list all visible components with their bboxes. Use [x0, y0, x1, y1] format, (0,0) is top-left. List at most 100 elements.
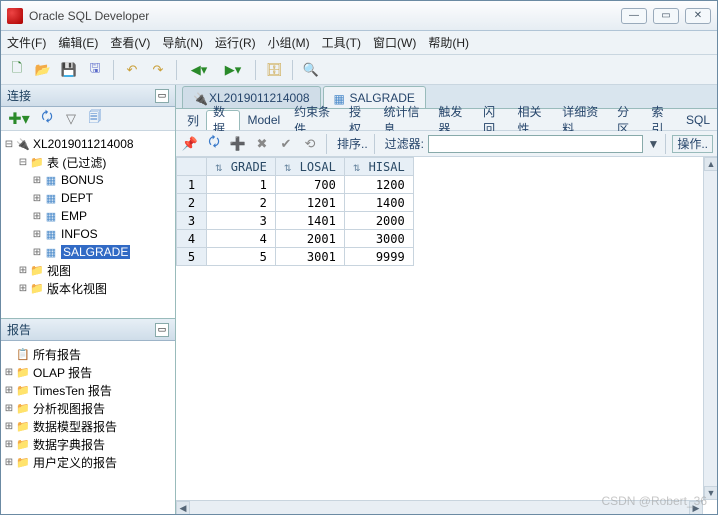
subtab-stats[interactable]: 统计信息 [377, 110, 432, 130]
table-bonus[interactable]: BONUS [61, 173, 104, 187]
scroll-down-icon[interactable]: ▼ [704, 486, 717, 500]
main-toolbar: 🗋 📂 💾 🖫 ↶ ↷ ◀▾ ▶▾ 🗄 🔍 [1, 55, 717, 85]
close-button[interactable]: ✕ [685, 8, 711, 24]
panel-minimize-icon[interactable]: ▭ [155, 323, 169, 337]
refresh-data-icon[interactable]: 🗘 [204, 134, 224, 154]
new-icon[interactable]: 🗋 [7, 60, 27, 80]
filter-dropdown-icon[interactable]: ▼ [647, 137, 659, 151]
panel-minimize-icon[interactable]: ▭ [155, 89, 169, 103]
commit-icon[interactable]: ✔ [276, 134, 296, 154]
menu-run[interactable]: 运行(R) [215, 34, 256, 51]
report-analyze[interactable]: 分析视图报告 [33, 400, 105, 417]
menu-file[interactable]: 文件(F) [7, 34, 46, 51]
menu-edit[interactable]: 编辑(E) [58, 34, 98, 51]
reports-root-icon: 📋 [15, 347, 31, 361]
back-icon[interactable]: ◀▾ [185, 60, 213, 80]
sql-icon[interactable]: 🗄 [264, 60, 284, 80]
reports-root[interactable]: 所有报告 [33, 346, 81, 363]
horizontal-scrollbar[interactable]: ◀ ▶ [176, 500, 703, 514]
report-olap[interactable]: OLAP 报告 [33, 364, 92, 381]
subtab-details[interactable]: 详细资料 [555, 110, 610, 130]
filter-input[interactable] [428, 135, 643, 153]
subtab-sql[interactable]: SQL [679, 110, 717, 130]
maximize-button[interactable]: ▭ [653, 8, 679, 24]
subtab-indexes[interactable]: 索引 [645, 110, 679, 130]
window-title: Oracle SQL Developer [29, 9, 621, 23]
save-all-icon[interactable]: 🖫 [85, 60, 105, 80]
table-row[interactable]: 117001200 [177, 176, 414, 194]
folder-icon: 📁 [29, 155, 45, 169]
table-row[interactable]: 2212011400 [177, 194, 414, 212]
subtab-partitions[interactable]: 分区 [610, 110, 644, 130]
menu-bar: 文件(F) 编辑(E) 查看(V) 导航(N) 运行(R) 小组(M) 工具(T… [1, 31, 717, 55]
versioned-views-folder[interactable]: 版本化视图 [47, 280, 107, 297]
data-grid-toolbar: 📌 🗘 ➕ ✖ ✔ ⟲ 排序.. 过滤器: ▼ 操作.. [176, 131, 717, 157]
open-icon[interactable]: 📂 [33, 60, 53, 80]
column-header[interactable]: ⇅ GRADE [207, 158, 276, 176]
redo-icon[interactable]: ↷ [148, 60, 168, 80]
report-userdef[interactable]: 用户定义的报告 [33, 454, 117, 471]
tables-folder[interactable]: 表 (已过滤) [47, 154, 106, 171]
subtab-model[interactable]: Model [240, 110, 287, 130]
menu-navigate[interactable]: 导航(N) [162, 34, 203, 51]
scroll-right-icon[interactable]: ▶ [689, 501, 703, 514]
report-datamodel[interactable]: 数据模型器报告 [33, 418, 117, 435]
subtab-constraints[interactable]: 约束条件 [287, 110, 342, 130]
table-icon: ▦ [43, 209, 59, 223]
actions-button[interactable]: 操作.. [672, 135, 713, 153]
table-dept[interactable]: DEPT [61, 191, 93, 205]
subtab-data[interactable]: 数据 [206, 110, 240, 130]
connection-node[interactable]: XL2019011214008 [33, 137, 134, 151]
column-header[interactable]: ⇅ HISAL [344, 158, 413, 176]
add-row-icon[interactable]: ➕ [228, 134, 248, 154]
connections-title: 连接 [7, 87, 31, 104]
tns-icon[interactable]: 🗐 [85, 109, 105, 129]
table-row[interactable]: 4420013000 [177, 230, 414, 248]
pin-icon[interactable]: 📌 [180, 134, 200, 154]
scroll-left-icon[interactable]: ◀ [176, 501, 190, 514]
report-datadict[interactable]: 数据字典报告 [33, 436, 105, 453]
find-icon[interactable]: 🔍 [301, 60, 321, 80]
subtab-triggers[interactable]: 触发器 [431, 110, 476, 130]
subtab-flashback[interactable]: 闪回 [476, 110, 510, 130]
filter-icon[interactable]: ▽ [61, 109, 81, 129]
subtab-grants[interactable]: 授权 [342, 110, 376, 130]
delete-row-icon[interactable]: ✖ [252, 134, 272, 154]
rollback-icon[interactable]: ⟲ [300, 134, 320, 154]
main-area: 🔌 XL2019011214008 ▦ SALGRADE 列 数据 Model … [176, 85, 717, 514]
views-folder[interactable]: 视图 [47, 262, 71, 279]
vertical-scrollbar[interactable]: ▲ ▼ [703, 157, 717, 500]
app-window: Oracle SQL Developer — ▭ ✕ 文件(F) 编辑(E) 查… [0, 0, 718, 515]
table-icon: ▦ [43, 245, 59, 259]
table-infos[interactable]: INFOS [61, 227, 98, 241]
menu-window[interactable]: 窗口(W) [373, 34, 416, 51]
connection-tab-icon: 🔌 [193, 92, 205, 104]
connections-panel: 连接 ▭ ✚▾ 🗘 ▽ 🗐 ⊟🔌XL2019011214008 ⊟📁表 (已过滤… [1, 85, 175, 319]
report-timesten[interactable]: TimesTen 报告 [33, 382, 112, 399]
table-row[interactable]: 3314012000 [177, 212, 414, 230]
table-icon: ▦ [43, 227, 59, 241]
subtab-columns[interactable]: 列 [180, 110, 206, 130]
table-row[interactable]: 5530019999 [177, 248, 414, 266]
menu-help[interactable]: 帮助(H) [428, 34, 469, 51]
column-header[interactable]: ⇅ LOSAL [275, 158, 344, 176]
data-grid: ⇅ GRADE⇅ LOSAL⇅ HISAL1170012002212011400… [176, 157, 717, 514]
sort-button[interactable]: 排序.. [337, 135, 368, 152]
connections-tree: ⊟🔌XL2019011214008 ⊟📁表 (已过滤) ⊞▦BONUS ⊞▦DE… [1, 131, 175, 318]
menu-view[interactable]: 查看(V) [110, 34, 150, 51]
subtab-dependencies[interactable]: 相关性 [511, 110, 556, 130]
new-connection-icon[interactable]: ✚▾ [5, 109, 33, 129]
scroll-up-icon[interactable]: ▲ [704, 157, 717, 171]
menu-team[interactable]: 小组(M) [268, 34, 310, 51]
minimize-button[interactable]: — [621, 8, 647, 24]
app-icon [7, 8, 23, 24]
table-salgrade[interactable]: SALGRADE [61, 245, 130, 259]
save-icon[interactable]: 💾 [59, 60, 79, 80]
menu-tools[interactable]: 工具(T) [322, 34, 361, 51]
undo-icon[interactable]: ↶ [122, 60, 142, 80]
refresh-icon[interactable]: 🗘 [37, 109, 57, 129]
forward-icon[interactable]: ▶▾ [219, 60, 247, 80]
reports-title: 报告 [7, 321, 31, 338]
folder-icon: 📁 [15, 401, 31, 415]
table-emp[interactable]: EMP [61, 209, 87, 223]
